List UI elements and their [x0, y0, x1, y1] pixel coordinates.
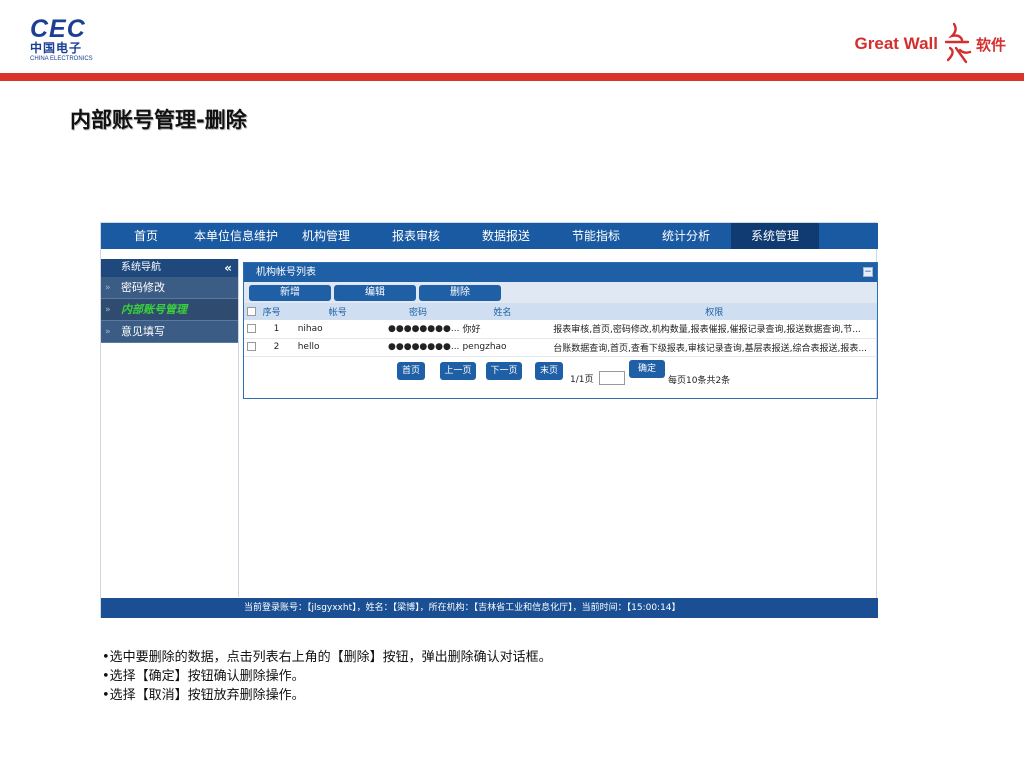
col-header-password: 密码	[385, 303, 460, 320]
sidebar: 系统导航 « » 密码修改 » 内部账号管理 » 意见填写	[101, 259, 239, 597]
nav-item-statistics[interactable]: 统计分析	[641, 223, 731, 249]
page-confirm-button[interactable]: 确定	[629, 360, 665, 378]
instructions: •选中要删除的数据，点击列表右上角的【删除】按钮，弹出删除确认对话框。 •选择【…	[102, 648, 552, 705]
col-header-name: 姓名	[459, 303, 551, 320]
greatwall-logo-soft: 软件	[975, 35, 1006, 54]
nav-item-unit-info[interactable]: 本单位信息维护	[191, 223, 281, 249]
slide-title: 内部账号管理-删除	[70, 108, 247, 132]
sidebar-header: 系统导航 «	[101, 259, 238, 277]
prev-page-button[interactable]: 上一页	[440, 362, 476, 380]
cec-logo-en: CHINA ELECTRONICS	[30, 56, 93, 62]
row-select-cell	[244, 338, 260, 357]
top-nav: 首页 本单位信息维护 机构管理 报表审核 数据报送 节能指标 统计分析 系统管理	[101, 223, 878, 249]
double-arrow-icon: »	[105, 305, 111, 315]
double-arrow-icon: »	[105, 283, 111, 293]
cell-name: 你好	[459, 320, 551, 339]
panel-toolbar: 新增 编辑 删除	[244, 282, 877, 303]
table-row[interactable]: 2 hello ●●●●●●●●... pengzhao 台账数据查询,首页,查…	[244, 338, 877, 357]
sidebar-item-internal-account[interactable]: » 内部账号管理	[101, 299, 238, 321]
page-info: 1/1页	[570, 375, 594, 385]
cell-no: 1	[259, 320, 295, 339]
cell-permission: 报表审核,首页,密码修改,机构数量,报表催报,催报记录查询,报送数据查询,节..…	[550, 320, 877, 339]
greatwall-mark-icon	[944, 22, 972, 64]
cec-logo-text: CEC	[30, 15, 86, 43]
account-table: 序号 帐号 密码 姓名 权限 1 nihao ●●●●●●●●... 你好 报表…	[244, 303, 877, 357]
table-header-row: 序号 帐号 密码 姓名 权限	[244, 303, 877, 320]
account-list-panel: 机构帐号列表 − 新增 编辑 删除 序号 帐号 密码 姓名 权限 1 nihao…	[243, 262, 878, 399]
sidebar-item-password-change[interactable]: » 密码修改	[101, 277, 238, 299]
last-page-button[interactable]: 末页	[535, 362, 563, 380]
instruction-line: •选择【取消】按钮放弃删除操作。	[102, 688, 305, 703]
cell-permission: 台账数据查询,首页,查看下级报表,审核记录查询,基层表报送,综合表报送,报表..…	[550, 338, 877, 357]
row-checkbox[interactable]	[247, 342, 256, 351]
panel-collapse-icon[interactable]: −	[863, 267, 873, 277]
select-all-cell	[244, 303, 260, 320]
cell-account: hello	[294, 338, 386, 357]
sidebar-item-feedback[interactable]: » 意见填写	[101, 321, 238, 343]
col-header-permission: 权限	[550, 303, 877, 320]
greatwall-logo-text: Great Wall	[854, 34, 938, 53]
double-arrow-icon: »	[105, 327, 111, 337]
panel-title: 机构帐号列表	[256, 267, 316, 278]
col-header-no: 序号	[259, 303, 295, 320]
status-bar: 当前登录账号：【jlsgyxxht】，姓名：【梁博】，所在机构：【吉林省工业和信…	[101, 598, 878, 618]
nav-item-system-manage[interactable]: 系统管理	[731, 223, 819, 249]
panel-title-bar: 机构帐号列表 −	[244, 263, 877, 282]
cell-password: ●●●●●●●●...	[385, 338, 460, 357]
delete-button[interactable]: 删除	[419, 284, 501, 301]
slide: CEC 中国电子 CHINA ELECTRONICS Great Wall 软件…	[0, 0, 1024, 768]
first-page-button[interactable]: 首页	[397, 362, 425, 380]
cec-logo: CEC 中国电子 CHINA ELECTRONICS	[30, 16, 100, 66]
nav-item-home[interactable]: 首页	[101, 223, 191, 249]
page-number-input[interactable]	[599, 371, 625, 385]
cec-logo-cn: 中国电子	[30, 41, 83, 55]
next-page-button[interactable]: 下一页	[486, 362, 522, 380]
cell-account: nihao	[294, 320, 386, 339]
pagination: 首页 上一页 下一页 末页 1/1页 确定 每页10条共2条	[244, 355, 877, 386]
page-summary: 每页10条共2条	[668, 376, 731, 386]
cell-no: 2	[259, 338, 295, 357]
col-header-account: 帐号	[294, 303, 386, 320]
sidebar-item-label: 内部账号管理	[121, 303, 187, 316]
instruction-line: •选择【确定】按钮确认删除操作。	[102, 669, 305, 684]
collapse-chevron-icon[interactable]: «	[224, 259, 232, 277]
edit-button[interactable]: 编辑	[334, 284, 416, 301]
sidebar-item-label: 密码修改	[121, 281, 165, 294]
sidebar-item-label: 意见填写	[121, 325, 165, 338]
cell-name: pengzhao	[459, 338, 551, 357]
select-all-checkbox[interactable]	[247, 306, 256, 316]
nav-item-data-submit[interactable]: 数据报送	[461, 223, 551, 249]
row-select-cell	[244, 320, 260, 339]
sidebar-header-label: 系统导航	[121, 262, 161, 273]
app-window: 首页 本单位信息维护 机构管理 报表审核 数据报送 节能指标 统计分析 系统管理…	[100, 222, 878, 618]
table-row[interactable]: 1 nihao ●●●●●●●●... 你好 报表审核,首页,密码修改,机构数量…	[244, 320, 877, 339]
header-divider	[0, 73, 1024, 81]
add-button[interactable]: 新增	[249, 284, 331, 301]
cell-password: ●●●●●●●●...	[385, 320, 460, 339]
row-checkbox[interactable]	[247, 323, 256, 333]
greatwall-logo: Great Wall 软件	[855, 22, 1006, 66]
instruction-line: •选中要删除的数据，点击列表右上角的【删除】按钮，弹出删除确认对话框。	[102, 650, 552, 665]
nav-item-report-review[interactable]: 报表审核	[371, 223, 461, 249]
nav-item-org-manage[interactable]: 机构管理	[281, 223, 371, 249]
nav-item-energy-index[interactable]: 节能指标	[551, 223, 641, 249]
